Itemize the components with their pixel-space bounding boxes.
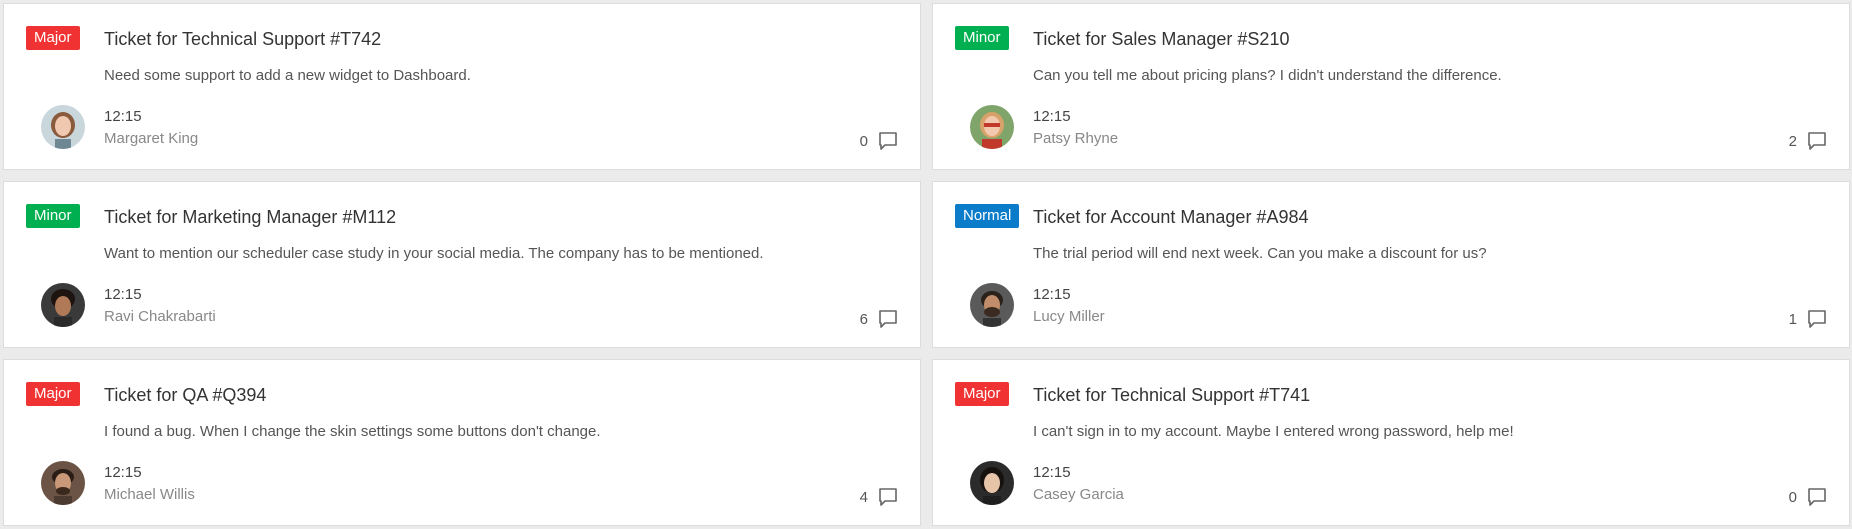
ticket-author: Michael Willis bbox=[104, 486, 195, 503]
comments-count-label: 2 bbox=[1788, 132, 1797, 150]
priority-badge: Major bbox=[955, 382, 1009, 406]
avatar bbox=[970, 461, 1014, 505]
ticket-author: Ravi Chakrabarti bbox=[104, 308, 216, 325]
comments-count-label: 6 bbox=[859, 310, 868, 328]
comments-count[interactable]: 0 bbox=[860, 131, 898, 151]
ticket-time: 12:15 bbox=[104, 286, 142, 303]
comments-count-label: 4 bbox=[859, 488, 868, 506]
ticket-description: I found a bug. When I change the skin se… bbox=[104, 423, 601, 440]
ticket-description: The trial period will end next week. Can… bbox=[1033, 245, 1487, 262]
ticket-author: Casey Garcia bbox=[1033, 486, 1124, 503]
ticket-card[interactable]: Minor Ticket for Marketing Manager #M112… bbox=[3, 181, 921, 348]
comment-icon bbox=[1807, 487, 1827, 507]
avatar bbox=[970, 283, 1014, 327]
ticket-title[interactable]: Ticket for Account Manager #A984 bbox=[1033, 207, 1308, 228]
ticket-time: 12:15 bbox=[1033, 108, 1071, 125]
ticket-time: 12:15 bbox=[1033, 464, 1071, 481]
comments-count-label: 0 bbox=[1788, 488, 1797, 506]
priority-badge: Normal bbox=[955, 204, 1020, 228]
priority-badge: Minor bbox=[955, 26, 1009, 50]
comments-count[interactable]: 1 bbox=[1789, 309, 1827, 329]
ticket-description: I can't sign in to my account. Maybe I e… bbox=[1033, 423, 1514, 440]
priority-badge: Major bbox=[26, 382, 80, 406]
comment-icon bbox=[1807, 131, 1827, 151]
ticket-time: 12:15 bbox=[1033, 286, 1071, 303]
comment-icon bbox=[878, 131, 898, 151]
ticket-card[interactable]: Major Ticket for Technical Support #T741… bbox=[932, 359, 1850, 526]
priority-badge: Minor bbox=[26, 204, 80, 228]
avatar bbox=[41, 283, 85, 327]
ticket-title[interactable]: Ticket for QA #Q394 bbox=[104, 385, 266, 406]
ticket-card[interactable]: Major Ticket for Technical Support #T742… bbox=[3, 3, 921, 170]
ticket-title[interactable]: Ticket for Technical Support #T742 bbox=[104, 29, 381, 50]
comments-count-label: 1 bbox=[1788, 310, 1797, 328]
ticket-time: 12:15 bbox=[104, 464, 142, 481]
comment-icon bbox=[1807, 309, 1827, 329]
ticket-author: Margaret King bbox=[104, 130, 199, 147]
comment-icon bbox=[878, 487, 898, 507]
ticket-card[interactable]: Normal Ticket for Account Manager #A984 … bbox=[932, 181, 1850, 348]
comments-count[interactable]: 6 bbox=[860, 309, 898, 329]
comments-count-label: 0 bbox=[859, 132, 868, 150]
comments-count[interactable]: 0 bbox=[1789, 487, 1827, 507]
ticket-time: 12:15 bbox=[104, 108, 142, 125]
avatar bbox=[41, 461, 85, 505]
avatar bbox=[41, 105, 85, 149]
avatar bbox=[970, 105, 1014, 149]
ticket-card[interactable]: Minor Ticket for Sales Manager #S210 Can… bbox=[932, 3, 1850, 170]
comments-count[interactable]: 2 bbox=[1789, 131, 1827, 151]
ticket-grid: Major Ticket for Technical Support #T742… bbox=[0, 0, 1852, 529]
comment-icon bbox=[878, 309, 898, 329]
ticket-title[interactable]: Ticket for Marketing Manager #M112 bbox=[104, 207, 396, 228]
ticket-description: Can you tell me about pricing plans? I d… bbox=[1033, 67, 1502, 84]
ticket-title[interactable]: Ticket for Sales Manager #S210 bbox=[1033, 29, 1289, 50]
comments-count[interactable]: 4 bbox=[860, 487, 898, 507]
ticket-card[interactable]: Major Ticket for QA #Q394 I found a bug.… bbox=[3, 359, 921, 526]
ticket-author: Lucy Miller bbox=[1033, 308, 1105, 325]
ticket-description: Want to mention our scheduler case study… bbox=[104, 245, 764, 262]
ticket-author: Patsy Rhyne bbox=[1033, 130, 1119, 147]
ticket-title[interactable]: Ticket for Technical Support #T741 bbox=[1033, 385, 1310, 406]
priority-badge: Major bbox=[26, 26, 80, 50]
ticket-description: Need some support to add a new widget to… bbox=[104, 67, 471, 84]
